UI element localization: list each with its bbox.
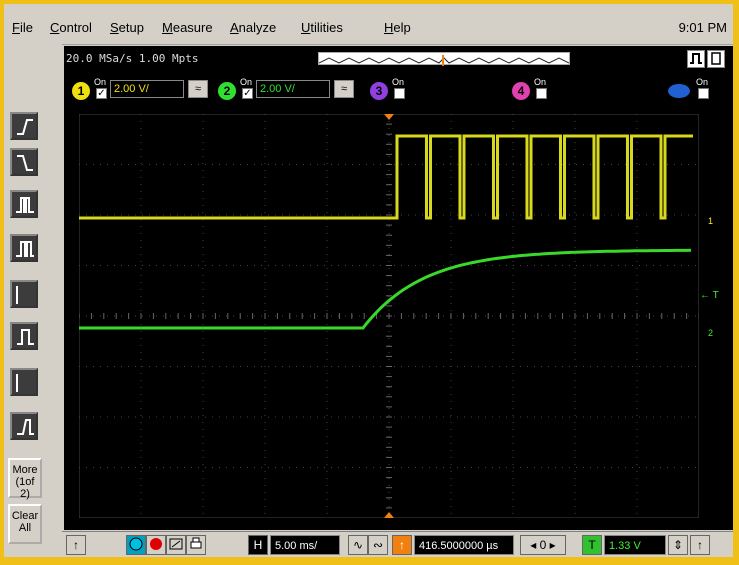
edge-trigger-rising-button[interactable] (10, 112, 38, 140)
delay-value[interactable]: 416.5000000 µs (414, 535, 514, 555)
trigger-position-top-marker (384, 114, 394, 120)
menu-analyze[interactable]: Analyze (230, 20, 276, 35)
channel-1-ground-marker: 1 (708, 216, 714, 226)
left-toolbar: More (1of 2) Clear All (4, 44, 62, 557)
glitch-icon (16, 197, 34, 213)
delay-nav-buttons[interactable]: ◂ 0 ▸ (520, 535, 566, 555)
trigger-level-value[interactable]: 1.33 V (604, 535, 666, 555)
channel-2-checkbox[interactable]: ✓ (242, 88, 253, 99)
menu-control[interactable]: Control (50, 20, 92, 35)
pattern-icon (16, 241, 34, 257)
channel-4-checkbox[interactable] (536, 88, 547, 99)
trigger-label: T (582, 535, 602, 555)
waveform-display[interactable]: 1 ← T 2 (64, 106, 733, 530)
display-color-button[interactable] (126, 535, 146, 555)
image-icon (169, 538, 183, 550)
pulse-width-icon (17, 329, 34, 345)
delay-marker-icon: ↑ (392, 535, 412, 555)
channel-3-checkbox[interactable] (394, 88, 405, 99)
transition-icon (17, 419, 34, 435)
edge-trigger-falling-button[interactable] (10, 148, 38, 176)
state-trigger-button[interactable] (10, 280, 38, 308)
save-image-button[interactable] (166, 535, 186, 555)
transition-trigger-button[interactable] (10, 412, 38, 440)
glitch-trigger-button[interactable] (10, 190, 38, 218)
run-stop-button[interactable] (687, 50, 705, 68)
rising-edge-icon (17, 119, 33, 135)
channel-2-badge[interactable]: 2 (218, 82, 236, 100)
menu-help[interactable]: Help (384, 20, 411, 35)
channel-bar: 1 On ✓ 2.00 V/ ≈ 2 On ✓ 2.00 V/ ≈ 3 On 4… (64, 74, 733, 106)
memory-waveform-icon (318, 55, 570, 66)
setup-hold-trigger-button[interactable] (10, 368, 38, 396)
clock: 9:01 PM (678, 20, 727, 35)
trigger-level-marker: ← T (700, 290, 719, 301)
memory-bar (318, 52, 570, 66)
math-function-badge[interactable] (668, 84, 690, 98)
pulse-width-trigger-button[interactable] (10, 322, 38, 350)
trigger-position-bottom-marker (384, 512, 394, 518)
single-button[interactable] (707, 50, 725, 68)
channel-4-on-label: On (534, 77, 547, 87)
oscilloscope-app: File Control Setup Measure Analyze Utili… (4, 4, 733, 557)
horizontal-label: H (248, 535, 268, 555)
math-on-label: On (696, 77, 709, 87)
channel-3-on-label: On (392, 77, 405, 87)
menu-measure[interactable]: Measure (162, 20, 213, 35)
pattern-trigger-button[interactable] (10, 234, 38, 262)
trigger-level-spinner[interactable]: ⇕ (668, 535, 688, 555)
menu-setup[interactable]: Setup (110, 20, 144, 35)
clear-all-button[interactable]: Clear All (8, 504, 42, 544)
more-button[interactable]: More (1of 2) (8, 458, 42, 500)
scroll-up-icon[interactable]: ↑ (66, 535, 86, 555)
channel-2-on-label: On (240, 77, 253, 87)
channel-1-coupling-button[interactable]: ≈ (188, 80, 208, 98)
setup-hold-icon (16, 374, 18, 392)
channel-1-trace (79, 134, 693, 220)
falling-edge-icon (17, 155, 33, 171)
graticule (79, 114, 699, 518)
print-button[interactable] (186, 535, 206, 555)
printer-icon (190, 537, 202, 549)
acquisition-bar: 20.0 MSa/s 1.00 Mpts (64, 46, 733, 74)
channel-1-scale[interactable]: 2.00 V/ (110, 80, 184, 98)
math-checkbox[interactable] (698, 88, 709, 99)
state-icon (16, 286, 18, 304)
channel-1-on-label: On (94, 77, 107, 87)
menu-bar: File Control Setup Measure Analyze Utili… (4, 4, 733, 45)
channel-2-ground-marker: 2 (708, 328, 714, 338)
timebase-value[interactable]: 5.00 ms/ (270, 535, 340, 555)
trigger-arrow-icon[interactable]: ↑ (690, 535, 710, 555)
menu-file[interactable]: File (12, 20, 33, 35)
channel-1-badge[interactable]: 1 (72, 82, 90, 100)
channel-3-badge[interactable]: 3 (370, 82, 388, 100)
record-icon (150, 538, 162, 550)
timebase-wave-button[interactable]: ∾ (368, 535, 388, 555)
run-icon (690, 53, 702, 64)
channel-2-scale[interactable]: 2.00 V/ (256, 80, 330, 98)
sample-rate-readout: 20.0 MSa/s 1.00 Mpts (66, 52, 199, 65)
channel-1-checkbox[interactable]: ✓ (96, 88, 107, 99)
channel-4-badge[interactable]: 4 (512, 82, 530, 100)
menu-utilities[interactable]: Utilities (301, 20, 343, 35)
channel-2-coupling-button[interactable]: ≈ (334, 80, 354, 98)
single-icon (711, 52, 721, 65)
circle-icon (129, 537, 143, 551)
timebase-sine-button[interactable]: ∿ (348, 535, 368, 555)
record-button[interactable] (146, 535, 166, 555)
bottom-bar: ↑ H 5.00 ms/ ∿ ∾ ↑ 416.5000000 µs ◂ 0 ▸ … (62, 531, 733, 557)
